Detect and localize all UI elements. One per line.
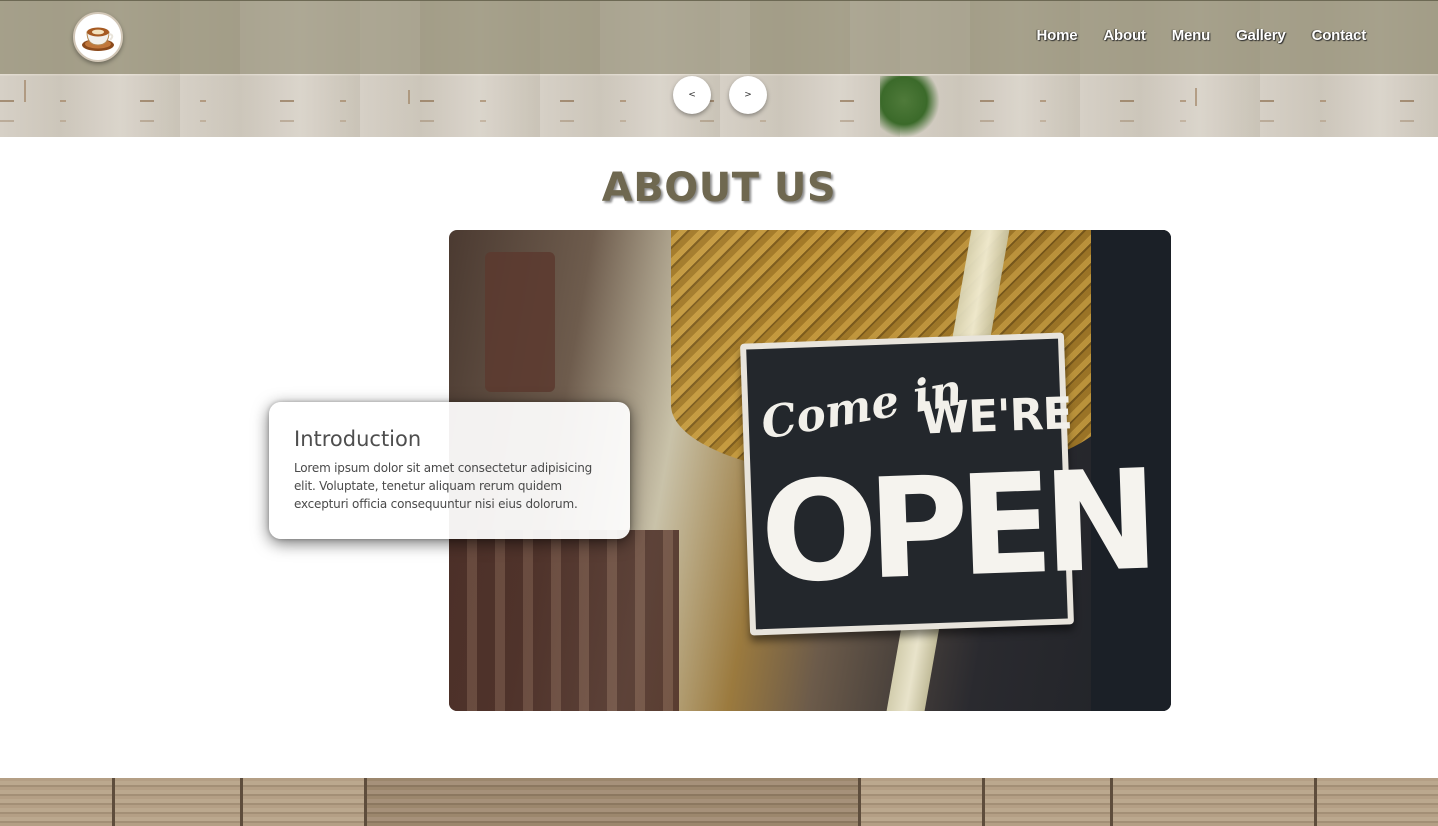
about-title: ABOUT US: [601, 165, 837, 211]
slider-next-button[interactable]: >: [729, 76, 767, 114]
wood-plank-line: [0, 100, 1438, 102]
wood-board: [1110, 778, 1314, 826]
intro-body: Lorem ipsum dolor sit amet consectetur a…: [294, 461, 593, 511]
navbar: Home About Menu Gallery Contact: [0, 0, 1438, 75]
wood-crack: [24, 80, 26, 102]
nav-about[interactable]: About: [1103, 27, 1146, 44]
wood-board: [240, 778, 364, 826]
leaf-decoration: [880, 76, 940, 137]
nav-gallery[interactable]: Gallery: [1236, 27, 1286, 44]
wood-plank-line: [0, 120, 1438, 122]
navbar-blur: [600, 1, 750, 75]
slider-prev-button[interactable]: <: [673, 76, 711, 114]
wood-crack: [1195, 88, 1197, 106]
photo-chair: [485, 252, 555, 392]
coffee-cup-icon: [82, 27, 114, 51]
site-logo[interactable]: [73, 12, 123, 62]
intro-card: Introduction Lorem ipsum dolor sit amet …: [269, 402, 630, 539]
wood-board: [982, 778, 1110, 826]
wood-board: [112, 778, 240, 826]
nav-menu[interactable]: Menu: [1172, 27, 1211, 44]
sign-open-text: OPEN: [757, 439, 1152, 615]
wood-board: [0, 778, 112, 826]
nav-links: Home About Menu Gallery Contact: [1037, 27, 1367, 44]
sign-were-text: WE'RE: [919, 388, 1073, 445]
open-sign: Come in WE'RE OPEN: [740, 332, 1151, 636]
intro-heading: Introduction: [294, 427, 422, 451]
navbar-blur: [850, 1, 970, 75]
nav-contact[interactable]: Contact: [1312, 27, 1367, 44]
wood-crack: [408, 90, 410, 104]
wood-board: [858, 778, 982, 826]
wood-board: [364, 778, 858, 826]
footer-wood: [0, 778, 1438, 826]
photo-chair: [449, 530, 679, 711]
navbar-blur: [240, 1, 420, 75]
wood-board: [1314, 778, 1438, 826]
nav-home[interactable]: Home: [1037, 27, 1078, 44]
